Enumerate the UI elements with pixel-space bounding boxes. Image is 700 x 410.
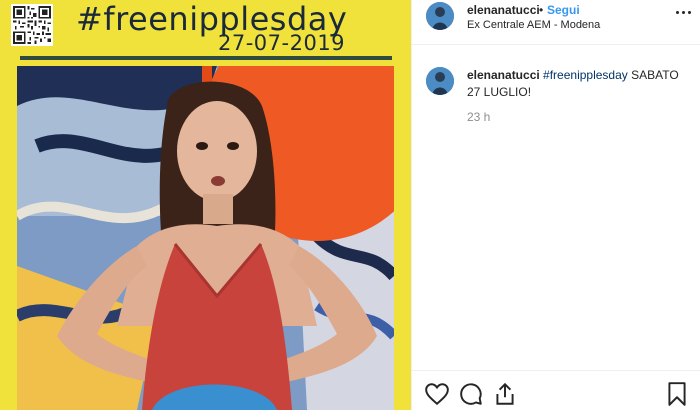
separator-dot: •: [539, 3, 544, 17]
location-link[interactable]: Ex Centrale AEM - Modena: [467, 19, 600, 31]
follow-button[interactable]: Segui: [547, 3, 580, 17]
timestamp[interactable]: 23 h: [467, 110, 490, 124]
poster-divider: [20, 56, 392, 60]
post-header: elenanatucci • Segui Ex Centrale AEM - M…: [412, 0, 700, 45]
post-sidebar: elenanatucci • Segui Ex Centrale AEM - M…: [411, 0, 700, 410]
username-link[interactable]: elenanatucci: [467, 3, 540, 17]
bookmark-icon[interactable]: [664, 381, 690, 407]
avatar[interactable]: [426, 2, 454, 30]
more-options-icon[interactable]: [674, 6, 694, 20]
poster-date: 27-07-2019: [218, 31, 346, 55]
share-icon[interactable]: [492, 381, 518, 407]
comment-icon[interactable]: [458, 381, 484, 407]
poster-photo: [17, 66, 394, 410]
action-bar: [412, 370, 700, 410]
instagram-post: #freenipplesday 27-07-2019 elenanatucci …: [0, 0, 700, 410]
post-caption: elenanatucci #freenipplesday SABATO 27 L…: [467, 67, 692, 101]
post-image[interactable]: #freenipplesday 27-07-2019: [0, 0, 411, 410]
caption-username[interactable]: elenanatucci: [467, 68, 540, 82]
caption-hashtag[interactable]: #freenipplesday: [543, 68, 628, 82]
heart-icon[interactable]: [424, 381, 450, 407]
caption-avatar[interactable]: [426, 67, 454, 95]
qr-code-icon: [11, 4, 53, 46]
